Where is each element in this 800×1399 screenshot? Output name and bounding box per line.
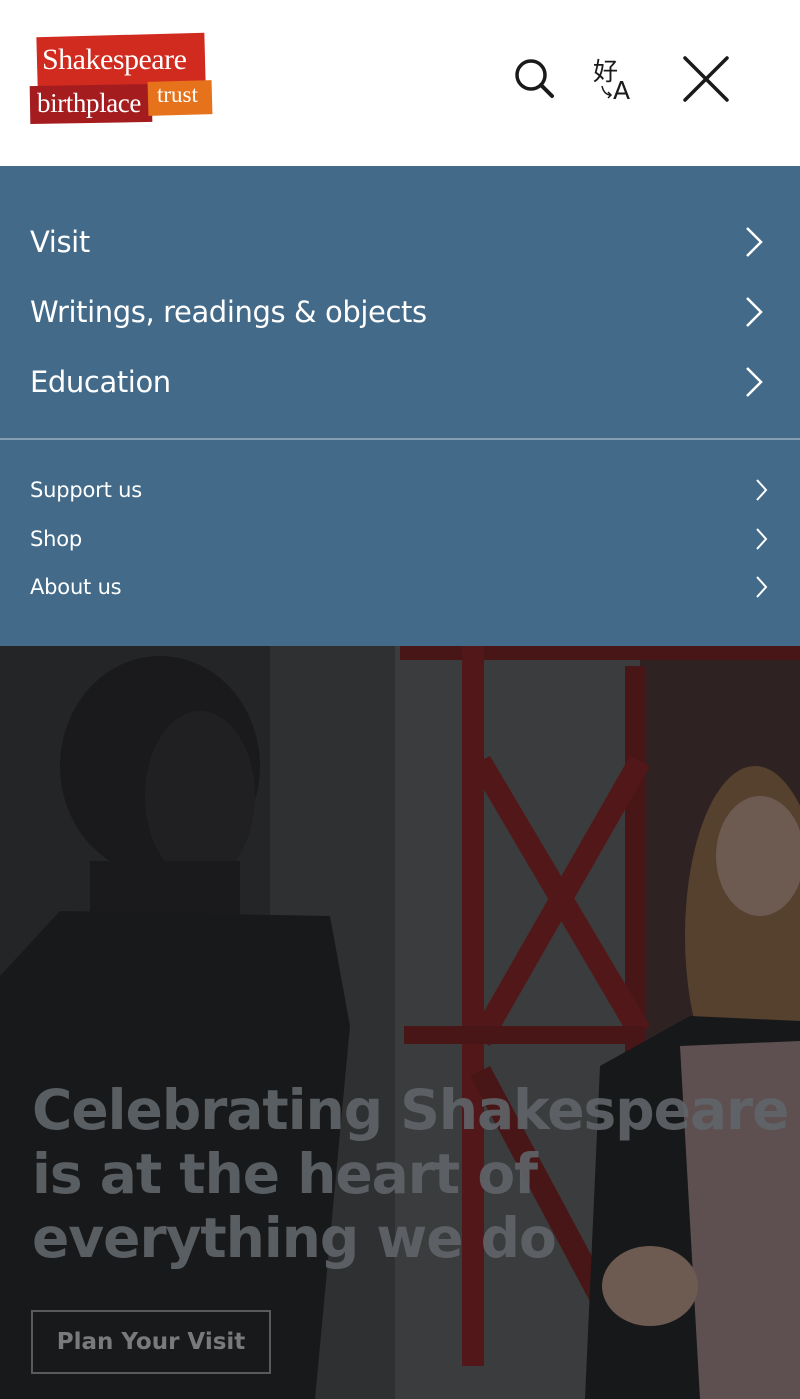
plan-your-visit-button[interactable]: Plan Your Visit: [31, 1310, 271, 1374]
nav-item-label: Visit: [30, 225, 90, 259]
nav-item-label: Support us: [30, 478, 142, 502]
main-nav-menu: Visit Writings, readings & objects Educa…: [0, 166, 800, 646]
chevron-right-icon: [746, 367, 763, 397]
close-icon: [683, 56, 729, 102]
nav-item-support-us[interactable]: Support us: [0, 468, 800, 512]
chevron-right-icon: [756, 576, 768, 598]
site-header: Shakespeare birthplace trust 好 A: [0, 0, 800, 166]
logo-text-shakespeare: Shakespeare: [42, 43, 187, 76]
search-icon: [515, 59, 554, 98]
translate-button[interactable]: 好 A: [586, 50, 644, 108]
chevron-right-icon: [756, 479, 768, 501]
close-menu-button[interactable]: [677, 50, 735, 108]
hero-title-line: is at the heart of: [32, 1142, 538, 1206]
hero-title: Celebrating Shakespeare is at the heart …: [32, 1078, 792, 1270]
chevron-right-icon: [746, 227, 763, 257]
nav-item-writings[interactable]: Writings, readings & objects: [0, 282, 800, 342]
svg-text:A: A: [613, 76, 630, 105]
chevron-right-icon: [756, 528, 768, 550]
nav-item-shop[interactable]: Shop: [0, 517, 800, 561]
logo-text-trust: trust: [157, 82, 198, 107]
translate-icon: 好 A: [593, 57, 630, 105]
nav-item-about-us[interactable]: About us: [0, 565, 800, 609]
nav-item-label: Shop: [30, 527, 83, 551]
logo-text-birthplace: birthplace: [37, 88, 141, 118]
nav-item-label: Education: [30, 365, 171, 399]
nav-item-education[interactable]: Education: [0, 352, 800, 412]
hero-title-line: everything we do: [32, 1206, 557, 1270]
site-logo[interactable]: Shakespeare birthplace trust: [29, 32, 215, 127]
hero-title-line: Celebrating Shakespeare: [32, 1078, 789, 1142]
nav-divider: [0, 438, 800, 440]
nav-item-visit[interactable]: Visit: [0, 212, 800, 272]
nav-item-label: About us: [30, 575, 122, 599]
nav-item-label: Writings, readings & objects: [30, 295, 427, 329]
hero-overlay: [0, 646, 800, 1399]
hero-section: Celebrating Shakespeare is at the heart …: [0, 646, 800, 1399]
chevron-right-icon: [746, 297, 763, 327]
search-button[interactable]: [505, 50, 563, 108]
